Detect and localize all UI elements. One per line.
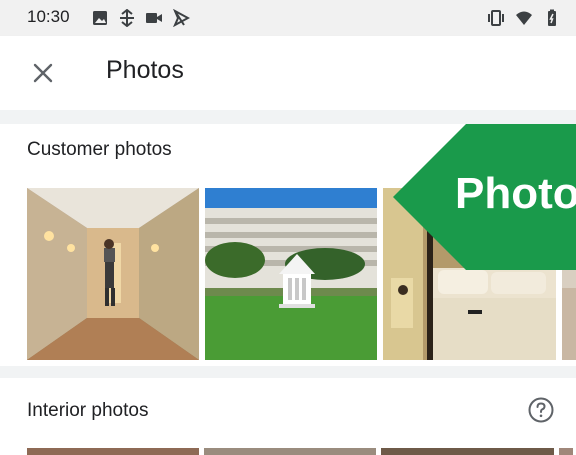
status-bar: 10:30: [0, 0, 576, 36]
interior-photos-strip: [27, 448, 576, 455]
status-time: 10:30: [27, 7, 70, 26]
send-icon: [173, 9, 190, 27]
customer-photos-heading: Customer photos: [27, 139, 172, 160]
interior-photos-section: Interior photos: [0, 378, 576, 455]
interior-photo[interactable]: [204, 448, 376, 455]
app-bar: Photos: [0, 36, 576, 110]
hotel-exterior-gazebo-photo[interactable]: [205, 188, 377, 360]
close-icon[interactable]: [26, 56, 60, 90]
video-icon: [146, 13, 162, 23]
status-system-icons: [487, 9, 561, 27]
vibrate-icon: [488, 10, 504, 26]
interior-photo[interactable]: [381, 448, 554, 455]
photos-callout-banner: Photos: [393, 124, 576, 270]
help-icon[interactable]: [527, 396, 555, 424]
image-icon: [93, 11, 107, 25]
wifi-icon: [516, 11, 532, 25]
status-notification-icons: [91, 9, 190, 27]
battery-icon: [548, 9, 556, 26]
interior-photo[interactable]: [27, 448, 199, 455]
page-title: Photos: [106, 56, 184, 84]
hotel-hallway-photo[interactable]: [27, 188, 199, 360]
section-divider: [0, 110, 576, 124]
interior-photos-heading: Interior photos: [27, 400, 149, 421]
sync-icon: [120, 9, 134, 27]
banner-text: Photos: [455, 169, 576, 218]
interior-photo[interactable]: [559, 448, 573, 455]
section-divider: [0, 366, 576, 378]
